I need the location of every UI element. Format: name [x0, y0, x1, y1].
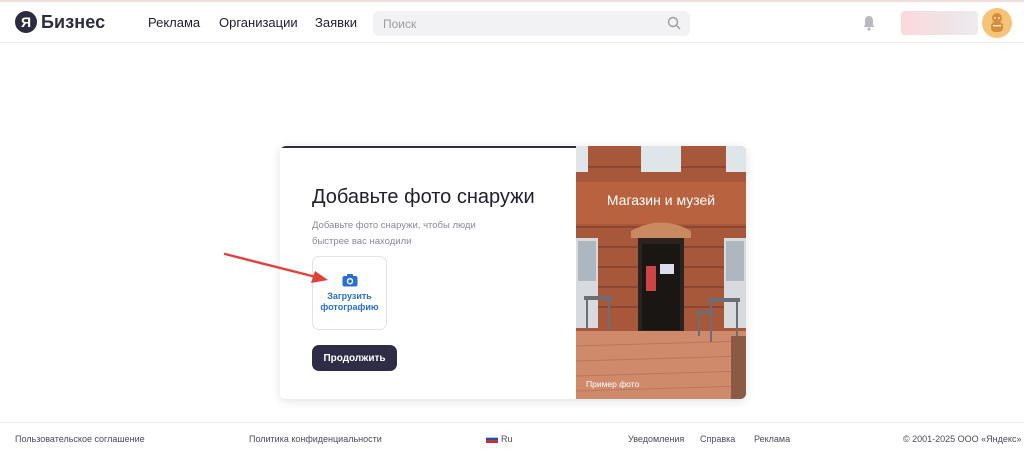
- card-title: Добавьте фото снаружи: [312, 186, 535, 208]
- camera-icon: [342, 274, 357, 287]
- logo-text: Бизнес: [41, 11, 106, 32]
- continue-button[interactable]: Продолжить: [312, 345, 397, 371]
- footer-user-agreement[interactable]: Пользовательское соглашение: [15, 434, 145, 444]
- add-photo-card: Добавьте фото снаружи Добавьте фото снар…: [280, 146, 746, 399]
- footer-language[interactable]: Ru: [501, 434, 513, 444]
- bell-icon[interactable]: [862, 15, 876, 31]
- russia-flag-icon: [486, 435, 498, 443]
- footer-notifications[interactable]: Уведомления: [628, 434, 684, 444]
- photo-caption: Пример фото: [586, 379, 640, 389]
- card-progress-bar: [280, 146, 576, 148]
- footer-privacy-policy[interactable]: Политика конфиденциальности: [249, 434, 382, 444]
- nav-requests[interactable]: Заявки: [315, 15, 357, 30]
- example-photo: Магазин и музей Пример фото: [576, 146, 746, 399]
- footer-copyright: © 2001-2025 ООО «Яндекс»: [903, 434, 1022, 444]
- avatar-icon: [991, 13, 1003, 32]
- account-switcher[interactable]: [901, 11, 978, 35]
- footer-ads[interactable]: Реклама: [754, 434, 790, 444]
- logo-circle: Я: [15, 11, 37, 33]
- search-input[interactable]: [383, 16, 663, 31]
- red-arrow-annotation: [223, 252, 328, 283]
- footer-help[interactable]: Справка: [700, 434, 735, 444]
- yandex-business-logo[interactable]: Я Бизнес: [15, 11, 105, 33]
- footer: Пользовательское соглашение Политика кон…: [0, 422, 1024, 453]
- storefront-illustration: [576, 146, 746, 399]
- search-bar: [373, 11, 690, 36]
- avatar[interactable]: [982, 8, 1012, 38]
- search-icon[interactable]: [667, 16, 681, 30]
- card-subtitle: Добавьте фото снаружи, чтобы люди быстре…: [312, 220, 476, 247]
- upload-label: Загрузить фотографию: [320, 291, 379, 312]
- nav-ads[interactable]: Реклама: [148, 15, 200, 30]
- header: Я Бизнес Реклама Организации Заявки: [0, 2, 1024, 43]
- nav-organizations[interactable]: Организации: [219, 15, 298, 30]
- photo-sign-text: Магазин и музей: [606, 192, 716, 208]
